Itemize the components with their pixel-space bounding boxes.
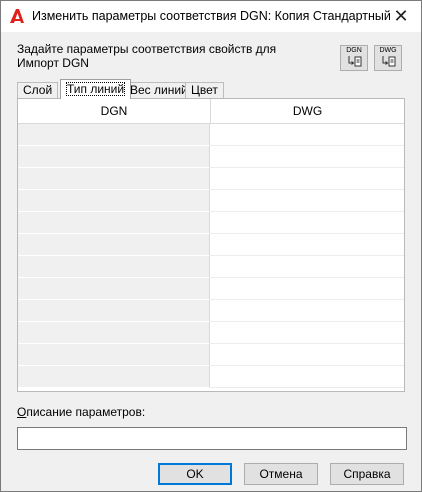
dwg-cell[interactable] (210, 278, 404, 300)
dwg-cell[interactable] (210, 300, 404, 322)
dgn-import-icon (348, 56, 362, 67)
dwg-cell[interactable] (210, 146, 404, 168)
tab-lineweight-label: Вес линий (130, 83, 188, 97)
dwg-cell[interactable] (210, 344, 404, 366)
table-row[interactable] (18, 212, 404, 234)
description-label-text: писание параметров: (26, 405, 146, 419)
instruction-line-1: Задайте параметры соответствия свойств д… (17, 42, 277, 56)
column-header-dgn[interactable]: DGN (18, 99, 211, 123)
dgn-cell[interactable] (18, 344, 210, 366)
description-label-accesskey: О (17, 405, 27, 419)
grid-body (18, 124, 404, 388)
dgn-cell[interactable] (18, 168, 210, 190)
title-bar[interactable]: Изменить параметры соответствия DGN: Коп… (1, 1, 421, 32)
dwg-cell[interactable] (210, 212, 404, 234)
dgn-cell[interactable] (18, 190, 210, 212)
dwg-cell[interactable] (210, 234, 404, 256)
help-button[interactable]: Справка (330, 463, 404, 485)
dgn-cell[interactable] (18, 212, 210, 234)
description-field[interactable] (17, 427, 407, 450)
instruction-text: Задайте параметры соответствия свойств д… (17, 42, 317, 70)
table-row[interactable] (18, 366, 404, 388)
table-row[interactable] (18, 124, 404, 146)
dgn-cell[interactable] (18, 300, 210, 322)
table-row[interactable] (18, 168, 404, 190)
dgn-cell[interactable] (18, 256, 210, 278)
dwg-cell[interactable] (210, 322, 404, 344)
close-button[interactable]: ✕ (381, 1, 421, 32)
dgn-cell[interactable] (18, 124, 210, 146)
dwg-cell[interactable] (210, 256, 404, 278)
ok-button[interactable]: OK (158, 463, 232, 485)
table-row[interactable] (18, 256, 404, 278)
cancel-button[interactable]: Отмена (244, 463, 318, 485)
table-row[interactable] (18, 190, 404, 212)
table-row[interactable] (18, 146, 404, 168)
dwg-cell[interactable] (210, 168, 404, 190)
dwg-button-caption: DWG (379, 47, 397, 54)
autocad-a-icon (10, 9, 24, 23)
tab-color[interactable]: Цвет (185, 82, 224, 98)
grid-header: DGN DWG (18, 99, 404, 124)
tab-color-label: Цвет (191, 83, 218, 97)
instruction-line-2: Импорт DGN (17, 56, 89, 70)
close-icon: ✕ (393, 6, 409, 26)
dwg-import-button[interactable]: DWG (374, 45, 402, 71)
dgn-cell[interactable] (18, 366, 210, 388)
column-header-dwg[interactable]: DWG (211, 99, 404, 123)
table-row[interactable] (18, 234, 404, 256)
tab-layer[interactable]: Слой (17, 82, 59, 98)
dwg-cell[interactable] (210, 190, 404, 212)
tab-lineweight[interactable]: Вес линий (124, 82, 194, 98)
dwg-cell[interactable] (210, 124, 404, 146)
mapping-grid[interactable]: DGN DWG (17, 98, 405, 392)
dgn-cell[interactable] (18, 322, 210, 344)
dialog-window: Изменить параметры соответствия DGN: Коп… (0, 0, 422, 492)
tab-linetype-label: Тип линий (66, 82, 126, 96)
dgn-cell[interactable] (18, 146, 210, 168)
table-row[interactable] (18, 300, 404, 322)
dwg-cell[interactable] (210, 366, 404, 388)
tab-linetype[interactable]: Тип линий (60, 79, 132, 99)
dgn-button-caption: DGN (346, 47, 362, 54)
dwg-import-icon (382, 56, 396, 67)
window-title: Изменить параметры соответствия DGN: Коп… (32, 9, 391, 23)
tab-layer-label: Слой (23, 83, 53, 97)
description-label: Описание параметров: (17, 405, 145, 419)
dgn-import-button[interactable]: DGN (340, 45, 368, 71)
table-row[interactable] (18, 322, 404, 344)
dgn-cell[interactable] (18, 234, 210, 256)
table-row[interactable] (18, 278, 404, 300)
table-row[interactable] (18, 344, 404, 366)
dgn-cell[interactable] (18, 278, 210, 300)
